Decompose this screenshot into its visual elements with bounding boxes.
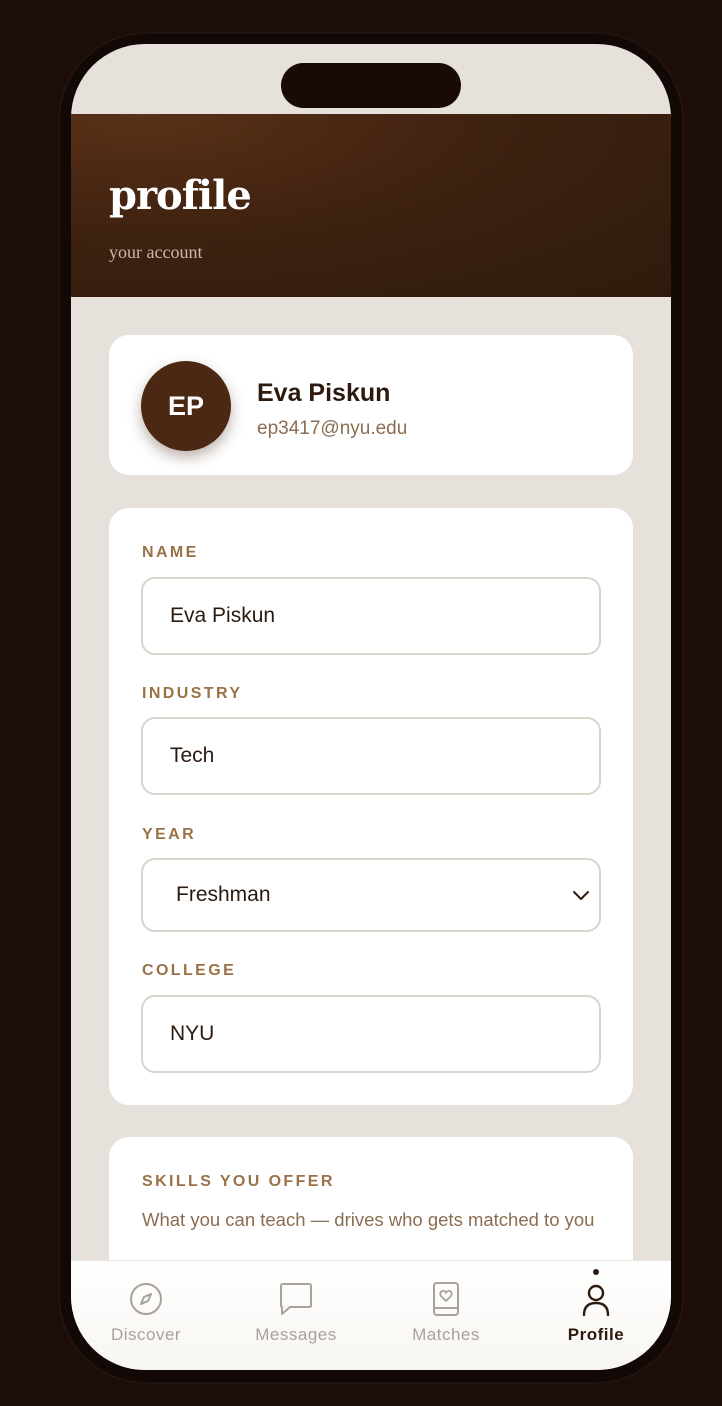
compass-icon	[130, 1283, 162, 1315]
profile-name: Eva Piskun	[257, 379, 391, 407]
profile-card: EP Eva Piskun ep3417@nyu.edu	[109, 335, 633, 475]
college-label: COLLEGE	[142, 962, 237, 979]
chat-bubble-icon	[280, 1283, 312, 1315]
industry-label: INDUSTRY	[142, 685, 243, 702]
page-title: profile	[109, 172, 252, 219]
tab-profile[interactable]: Profile	[521, 1261, 671, 1370]
tab-matches[interactable]: Matches	[371, 1261, 521, 1370]
profile-form-card: NAME Eva Piskun INDUSTRY Tech YEAR Fresh…	[109, 508, 633, 1105]
page-header: profile your account	[71, 114, 671, 297]
app-screen: profile your account EP Eva Piskun ep341…	[71, 44, 671, 1370]
heart-book-icon	[433, 1282, 459, 1316]
tab-bar: Discover Messages Matches Profile	[71, 1260, 671, 1370]
active-tab-indicator	[593, 1269, 599, 1275]
industry-field[interactable]: Tech	[141, 717, 601, 795]
college-field[interactable]: NYU	[141, 995, 601, 1073]
profile-email: ep3417@nyu.edu	[257, 418, 408, 439]
tab-discover[interactable]: Discover	[71, 1261, 221, 1370]
tab-matches-label: Matches	[412, 1325, 480, 1344]
person-icon	[582, 1284, 610, 1317]
year-select[interactable]: Freshman	[141, 858, 601, 932]
page-subtitle: your account	[109, 242, 203, 262]
skills-label: SKILLS YOU OFFER	[142, 1173, 335, 1190]
dynamic-island	[281, 63, 461, 108]
skills-subtitle: What you can teach — drives who gets mat…	[142, 1209, 595, 1230]
year-select-value: Freshman	[176, 883, 271, 906]
tab-discover-label: Discover	[110, 1325, 182, 1344]
avatar[interactable]: EP	[141, 361, 231, 451]
year-label: YEAR	[142, 826, 197, 843]
tab-messages-label: Messages	[255, 1325, 337, 1344]
tab-profile-label: Profile	[567, 1325, 625, 1344]
chevron-down-icon	[573, 891, 589, 900]
name-field[interactable]: Eva Piskun	[141, 577, 601, 655]
name-label: NAME	[142, 544, 199, 561]
tab-messages[interactable]: Messages	[221, 1261, 371, 1370]
